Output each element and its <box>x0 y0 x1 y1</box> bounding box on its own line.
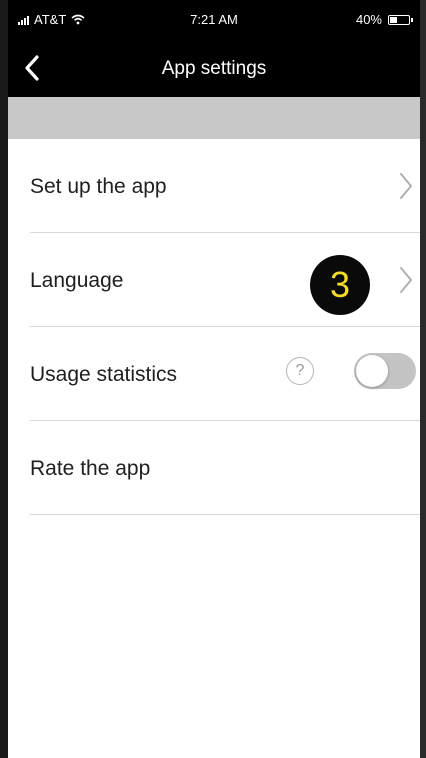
setting-row-set-up-app[interactable]: Set up the app <box>30 139 420 233</box>
setting-row-rate-app[interactable]: Rate the app <box>30 421 420 515</box>
setting-label: Language <box>30 269 124 292</box>
setting-label: Rate the app <box>30 457 151 480</box>
setting-row-usage-statistics: Usage statistics ? <box>30 327 420 421</box>
setting-row-language[interactable]: Language 3 <box>30 233 420 327</box>
step-number-badge: 3 <box>310 255 370 315</box>
usage-statistics-toggle[interactable] <box>354 353 416 389</box>
status-bar: AT&T 7:21 AM 40% <box>8 0 420 40</box>
chevron-right-icon <box>400 173 412 199</box>
page-title: App settings <box>161 58 267 79</box>
help-icon[interactable]: ? <box>286 357 314 385</box>
section-header <box>8 97 420 139</box>
phone-screen: AT&T 7:21 AM 40% App settings Set up the… <box>0 0 426 758</box>
battery-icon <box>388 14 413 25</box>
battery-percent: 40% <box>355 12 382 27</box>
settings-list: Set up the app Language 3 Usage statisti… <box>8 139 420 515</box>
setting-label: Usage statistics <box>30 363 178 386</box>
chevron-right-icon <box>400 267 412 293</box>
setting-label: Set up the app <box>30 175 167 198</box>
status-right: 40% <box>355 12 413 27</box>
toggle-knob <box>356 355 388 387</box>
navigation-bar: App settings <box>8 40 420 97</box>
battery-level <box>390 16 398 23</box>
